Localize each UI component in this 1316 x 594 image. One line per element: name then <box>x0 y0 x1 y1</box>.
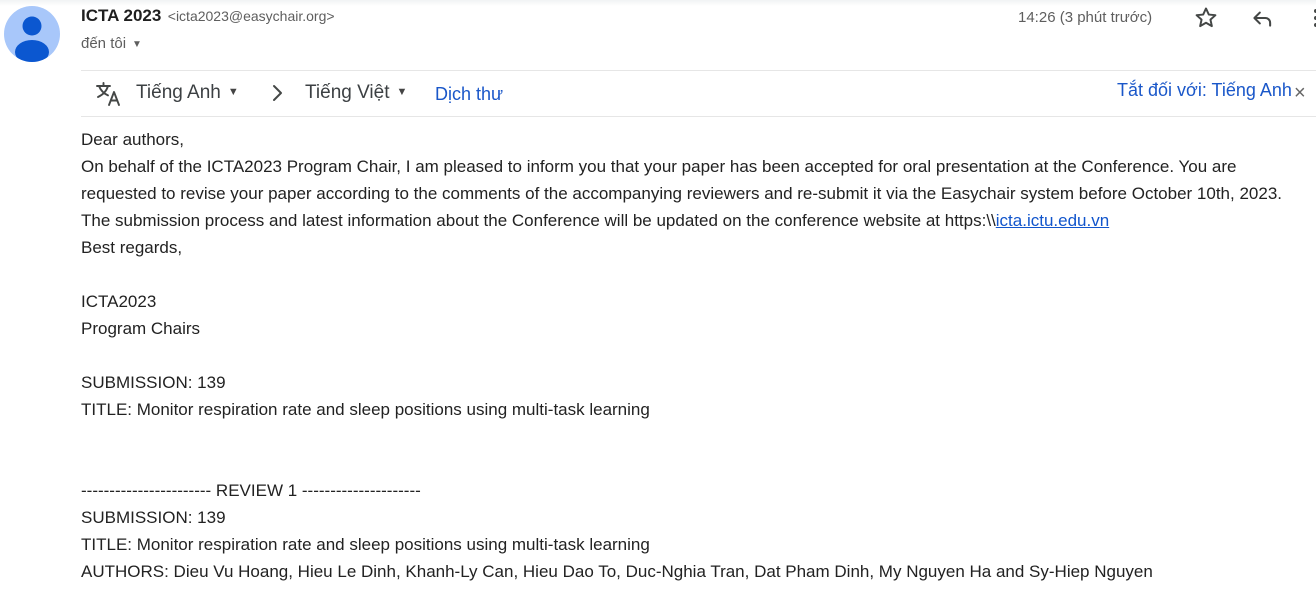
closing: Best regards, <box>81 238 183 257</box>
translate-icon <box>96 82 120 106</box>
greeting: Dear authors, <box>81 130 184 149</box>
chevron-right-icon <box>273 85 282 101</box>
reply-icon <box>1253 11 1272 27</box>
source-language-label: Tiếng Anh <box>136 82 221 103</box>
review-paper-title: TITLE: Monitor respiration rate and slee… <box>81 535 650 554</box>
close-icon[interactable]: × <box>1294 83 1306 103</box>
recipient-details-toggle[interactable]: đến tôi ▼ <box>81 35 142 52</box>
review-header: ----------------------- REVIEW 1 -------… <box>81 481 421 500</box>
caret-down-icon: ▼ <box>132 39 142 50</box>
caret-down-icon: ▼ <box>396 86 408 98</box>
sender-email: <icta2023@easychair.org> <box>167 8 335 24</box>
target-language-select[interactable]: Tiếng Việt ▼ <box>305 82 407 104</box>
message-timestamp: 14:26 (3 phút trước) <box>1018 9 1153 26</box>
star-icon <box>1195 7 1217 28</box>
turn-off-translation-link[interactable]: Tắt đối với: Tiếng Anh <box>1117 80 1292 101</box>
star-button[interactable] <box>1193 5 1219 31</box>
sender-avatar[interactable] <box>4 6 60 62</box>
translate-message-link[interactable]: Dịch thư <box>435 84 503 105</box>
more-vert-icon <box>1314 9 1316 27</box>
more-options-button[interactable] <box>1303 5 1316 31</box>
conference-website-link[interactable]: icta.ictu.edu.vn <box>996 211 1109 230</box>
caret-down-icon: ▼ <box>227 86 239 98</box>
submission-number: SUBMISSION: 139 <box>81 373 226 392</box>
signature-line: Program Chairs <box>81 319 201 338</box>
review-authors: AUTHORS: Dieu Vu Hoang, Hieu Le Dinh, Kh… <box>81 562 1153 581</box>
message-body: Dear authors, On behalf of the ICTA2023 … <box>81 126 1306 585</box>
target-language-label: Tiếng Việt <box>305 82 390 103</box>
main-paragraph: On behalf of the ICTA2023 Program Chair,… <box>81 153 1306 234</box>
person-avatar-icon <box>15 16 49 62</box>
sender-name[interactable]: ICTA 2023 <box>81 6 161 25</box>
review-submission-number: SUBMISSION: 139 <box>81 508 226 527</box>
reply-button[interactable] <box>1249 5 1275 31</box>
signature-line: ICTA2023 <box>81 292 157 311</box>
translate-bar: Tiếng Anh ▼ Tiếng Việt ▼ Dịch thư Tắt đối … <box>81 70 1316 117</box>
sender-line: ICTA 2023 <icta2023@easychair.org> <box>81 6 335 26</box>
recipient-label: đến tôi <box>81 35 127 52</box>
paper-title: TITLE: Monitor respiration rate and slee… <box>81 400 650 419</box>
source-language-select[interactable]: Tiếng Anh ▼ <box>136 82 239 104</box>
